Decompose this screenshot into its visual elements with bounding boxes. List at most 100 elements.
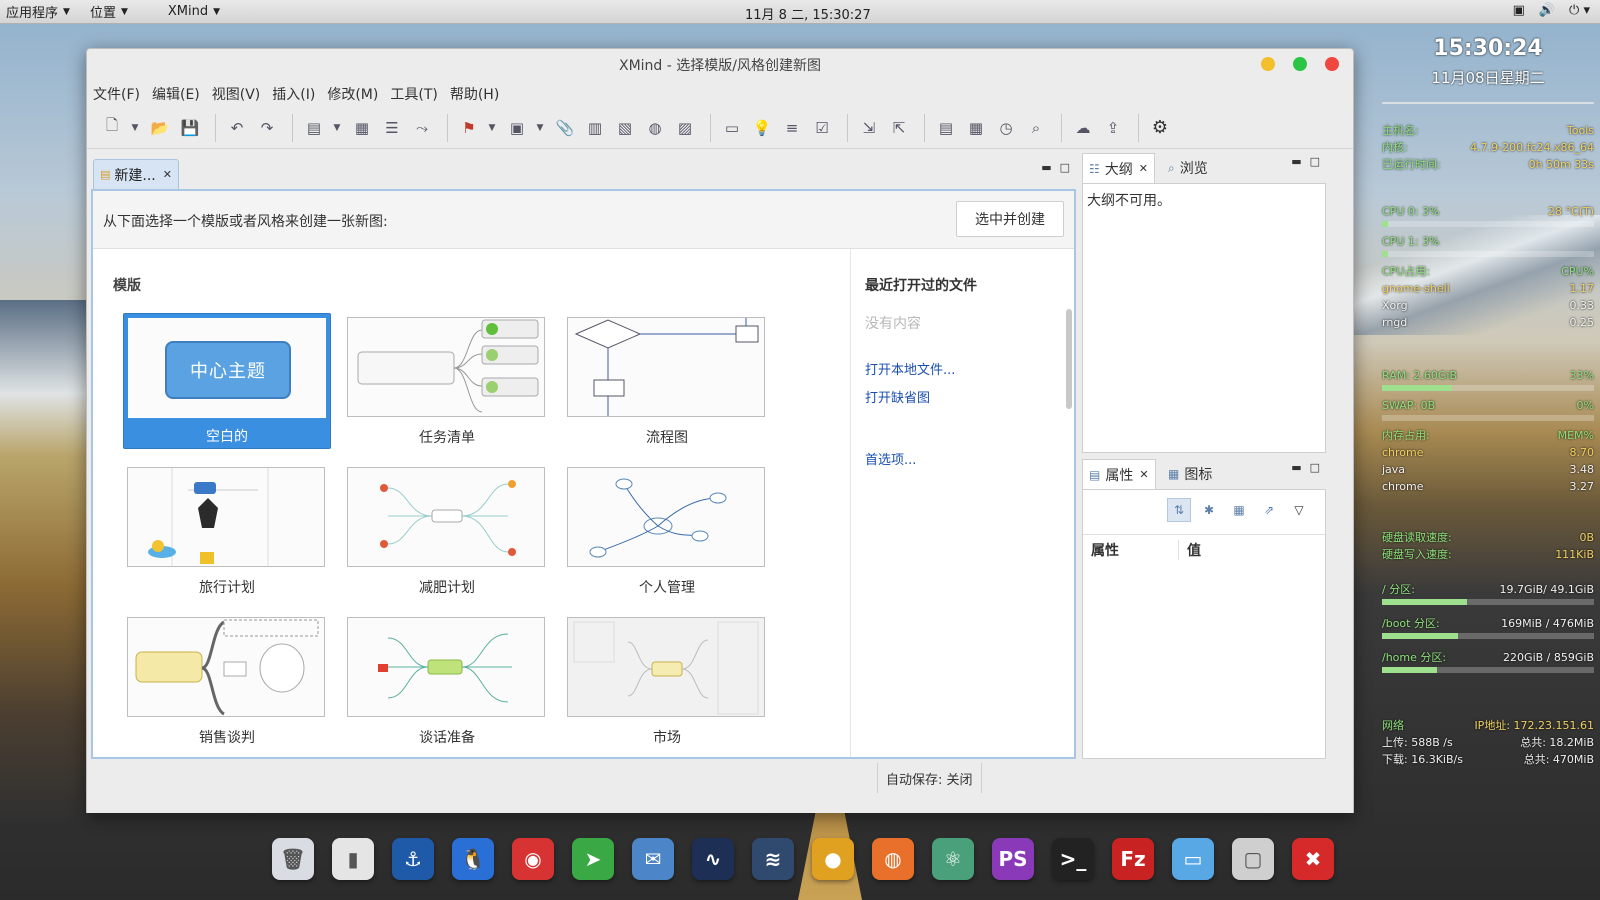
maximize-panel-icon[interactable]: □ bbox=[1310, 461, 1320, 474]
template-sales-negotiation[interactable]: 销售谈判 bbox=[123, 613, 331, 749]
gear-icon[interactable]: ⚙ bbox=[1147, 115, 1173, 141]
outline-icon[interactable]: ☰ bbox=[379, 115, 405, 141]
filezilla-icon[interactable]: Fz bbox=[1112, 838, 1154, 880]
menu-modify[interactable]: 修改(M) bbox=[327, 84, 387, 104]
attachment-icon[interactable]: 📎 bbox=[552, 115, 578, 141]
note-icon[interactable]: ▧ bbox=[612, 115, 638, 141]
template-market[interactable]: 市场 bbox=[563, 613, 771, 749]
minimize-panel-icon[interactable]: ▬ bbox=[1041, 161, 1051, 174]
undo-icon[interactable]: ↶ bbox=[224, 115, 250, 141]
tab-icons[interactable]: ▦ 图标 bbox=[1162, 459, 1218, 489]
drill-up-icon[interactable]: ⇱ bbox=[886, 115, 912, 141]
qq-icon[interactable]: 🐧 bbox=[452, 838, 494, 880]
advanced-icon[interactable]: ✱ bbox=[1197, 498, 1221, 522]
open-local-file-link[interactable]: 打开本地文件... bbox=[865, 359, 955, 378]
volume-icon[interactable]: 🔊 bbox=[1539, 3, 1555, 18]
template-diet-plan[interactable]: 减肥计划 bbox=[343, 463, 551, 599]
wireshark-icon[interactable]: ≋ bbox=[752, 838, 794, 880]
close-tab-icon[interactable]: ✕ bbox=[1139, 468, 1148, 481]
menu-tools[interactable]: 工具(T) bbox=[390, 84, 446, 104]
template-conversation-prep[interactable]: 谈话准备 bbox=[343, 613, 551, 749]
marker-dropdown-icon[interactable]: ▼ bbox=[486, 115, 498, 141]
share-icon[interactable]: ⇪ bbox=[1100, 115, 1126, 141]
menu-view[interactable]: 视图(V) bbox=[212, 84, 270, 104]
template-flowchart[interactable]: 流程图 bbox=[563, 313, 771, 449]
new-icon[interactable]: 🗋 bbox=[99, 115, 125, 141]
chrome-icon[interactable]: ● bbox=[812, 838, 854, 880]
netease-music-icon[interactable]: ◉ bbox=[512, 838, 554, 880]
display-icon[interactable]: ▣ bbox=[1513, 3, 1525, 18]
clock-icon[interactable]: ◷ bbox=[993, 115, 1019, 141]
minimize-panel-icon[interactable]: ▬ bbox=[1291, 461, 1301, 474]
terminal-icon[interactable]: >_ bbox=[1052, 838, 1094, 880]
new-dropdown-icon[interactable]: ▼ bbox=[129, 115, 141, 141]
vertical-scrollbar[interactable] bbox=[1066, 309, 1072, 409]
minimize-panel-icon[interactable]: ▬ bbox=[1291, 155, 1301, 168]
relationship-icon[interactable]: ⤳ bbox=[409, 115, 435, 141]
app-menu[interactable]: XMind ▼ bbox=[162, 4, 226, 19]
tab-new[interactable]: ▤ 新建... ✕ bbox=[93, 159, 179, 189]
insert-topic-icon[interactable]: ▤ bbox=[301, 115, 327, 141]
trash-icon[interactable]: 🗑 bbox=[272, 838, 314, 880]
template-task-list[interactable]: 任务清单 bbox=[343, 313, 551, 449]
applications-menu[interactable]: 应用程序 ▼ bbox=[0, 2, 76, 21]
window-icon[interactable]: ▢ bbox=[1232, 838, 1274, 880]
brainstorm-icon[interactable]: 💡 bbox=[749, 115, 775, 141]
autosave-status[interactable]: 自动保存: 关闭 bbox=[877, 763, 982, 793]
restore-default-icon[interactable]: ▦ bbox=[1227, 498, 1251, 522]
boundary-icon[interactable]: ◍ bbox=[642, 115, 668, 141]
close-tab-icon[interactable]: ✕ bbox=[163, 168, 172, 181]
presentation-icon[interactable]: ▭ bbox=[719, 115, 745, 141]
minimize-button[interactable] bbox=[1261, 57, 1275, 71]
subtopic-icon[interactable]: ▦ bbox=[349, 115, 375, 141]
maximize-panel-icon[interactable]: □ bbox=[1310, 155, 1320, 168]
zoom-icon[interactable]: ⌕ bbox=[1023, 115, 1049, 141]
close-button[interactable] bbox=[1325, 57, 1339, 71]
menu-edit[interactable]: 编辑(E) bbox=[152, 84, 209, 104]
template-personal-management[interactable]: 个人管理 bbox=[563, 463, 771, 599]
menu-file[interactable]: 文件(F) bbox=[93, 84, 149, 104]
save-icon[interactable]: 💾 bbox=[177, 115, 203, 141]
task-icon[interactable]: ☑ bbox=[809, 115, 835, 141]
files-icon[interactable]: ▭ bbox=[1172, 838, 1214, 880]
atom-icon[interactable]: ⚛ bbox=[932, 838, 974, 880]
drill-down-icon[interactable]: ⇲ bbox=[856, 115, 882, 141]
clock[interactable]: 11月 8 二, 15:30:27 bbox=[745, 4, 871, 23]
image-dropdown-icon[interactable]: ▼ bbox=[534, 115, 546, 141]
view-menu-icon[interactable]: ▽ bbox=[1287, 498, 1311, 522]
title-bar[interactable]: XMind - 选择模版/风格创建新图 bbox=[87, 49, 1353, 81]
marker-icon[interactable]: ⚑ bbox=[456, 115, 482, 141]
open-default-map-link[interactable]: 打开缺省图 bbox=[865, 387, 930, 406]
maximize-button[interactable] bbox=[1293, 57, 1307, 71]
phpstorm-icon[interactable]: PS bbox=[992, 838, 1034, 880]
firefox-icon[interactable]: ◍ bbox=[872, 838, 914, 880]
template-travel-plan[interactable]: 旅行计划 bbox=[123, 463, 331, 599]
gantt-icon[interactable]: ≡ bbox=[779, 115, 805, 141]
template-blank[interactable]: 中心主题 空白的 bbox=[123, 313, 331, 449]
insert-topic-dropdown-icon[interactable]: ▼ bbox=[331, 115, 343, 141]
system-monitor-icon[interactable]: ∿ bbox=[692, 838, 734, 880]
redo-icon[interactable]: ↷ bbox=[254, 115, 280, 141]
telegram-icon[interactable]: ➤ bbox=[572, 838, 614, 880]
xmind-icon[interactable]: ✖ bbox=[1292, 838, 1334, 880]
install-icon[interactable]: ⚓ bbox=[392, 838, 434, 880]
menu-help[interactable]: 帮助(H) bbox=[450, 84, 508, 104]
tab-properties[interactable]: ▤ 属性 ✕ bbox=[1082, 459, 1156, 489]
tab-outline[interactable]: ☷ 大纲 ✕ bbox=[1082, 153, 1155, 183]
maximize-panel-icon[interactable]: □ bbox=[1060, 161, 1070, 174]
power-icon[interactable]: ⏻ ▾ bbox=[1569, 3, 1590, 18]
cloud-upload-icon[interactable]: ☁ bbox=[1070, 115, 1096, 141]
pin-icon[interactable]: ⇗ bbox=[1257, 498, 1281, 522]
image-icon[interactable]: ▣ bbox=[504, 115, 530, 141]
label-icon[interactable]: ▥ bbox=[582, 115, 608, 141]
places-menu[interactable]: 位置 ▼ bbox=[84, 2, 134, 21]
preferences-link[interactable]: 首选项... bbox=[865, 449, 916, 468]
sheet-icon[interactable]: ▤ bbox=[933, 115, 959, 141]
menu-insert[interactable]: 插入(I) bbox=[272, 84, 324, 104]
mail-icon[interactable]: ✉ bbox=[632, 838, 674, 880]
summary-icon[interactable]: ▨ bbox=[672, 115, 698, 141]
tab-overview[interactable]: ⌕ 浏览 bbox=[1162, 153, 1214, 183]
select-and-create-button[interactable]: 选中并创建 bbox=[956, 201, 1064, 237]
categorized-icon[interactable]: ⇅ bbox=[1167, 498, 1191, 522]
calendar-icon[interactable]: ▦ bbox=[963, 115, 989, 141]
